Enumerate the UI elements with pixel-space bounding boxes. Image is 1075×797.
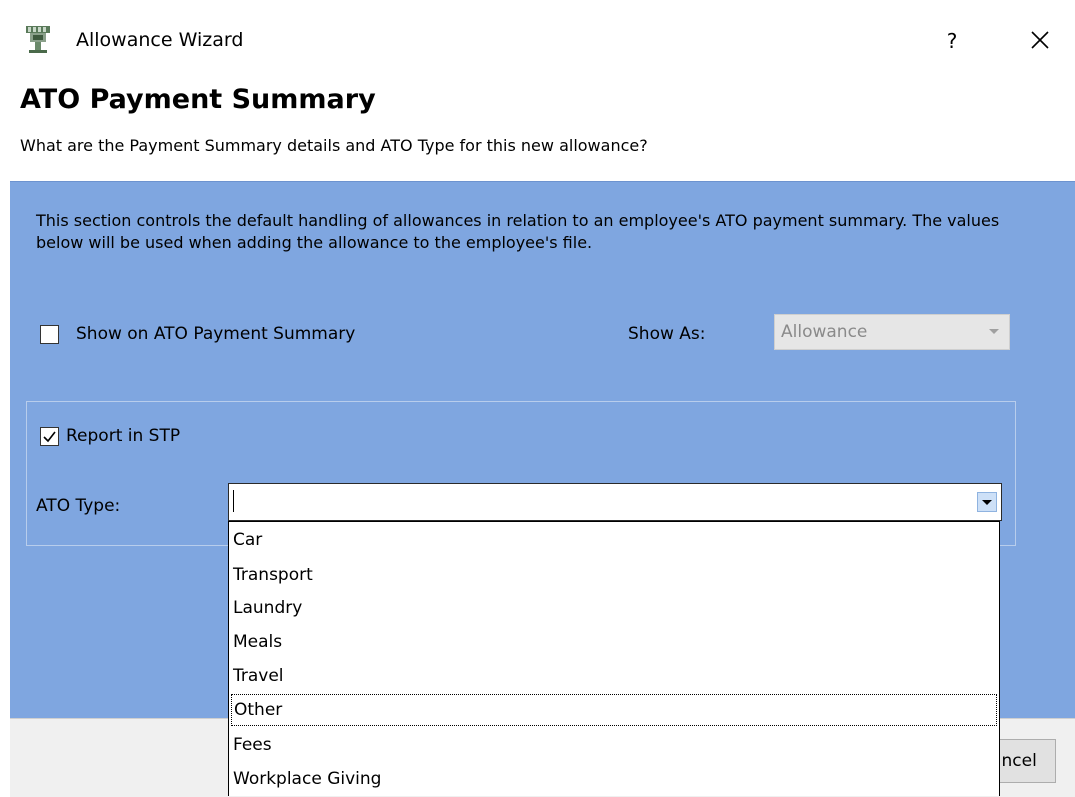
dropdown-option-workplace-giving[interactable]: Workplace Giving bbox=[231, 763, 997, 795]
report-in-stp-label[interactable]: Report in STP bbox=[66, 426, 180, 446]
dropdown-option-meals[interactable]: Meals bbox=[231, 626, 997, 658]
report-in-stp-checkbox[interactable] bbox=[40, 427, 59, 446]
close-button[interactable] bbox=[1022, 22, 1058, 58]
dropdown-option-other[interactable]: Other bbox=[231, 694, 997, 726]
checkmark-icon bbox=[43, 431, 56, 443]
dropdown-option-transport[interactable]: Transport bbox=[231, 559, 997, 591]
dropdown-option-fees[interactable]: Fees bbox=[231, 729, 997, 761]
allowance-wizard-icon bbox=[24, 24, 52, 54]
window-title: Allowance Wizard bbox=[76, 29, 244, 51]
allowance-wizard-window: Allowance Wizard ? ATO Payment Summary W… bbox=[0, 0, 1075, 797]
help-button[interactable]: ? bbox=[935, 24, 969, 58]
show-as-value: Allowance bbox=[781, 322, 868, 342]
close-icon bbox=[1031, 31, 1049, 49]
section-description: This section controls the default handli… bbox=[36, 211, 1000, 252]
dropdown-option-travel[interactable]: Travel bbox=[231, 660, 997, 692]
show-as-select[interactable]: Allowance bbox=[774, 314, 1010, 350]
dropdown-option-car[interactable]: Car bbox=[231, 524, 997, 556]
show-as-label: Show As: bbox=[628, 324, 706, 344]
chevron-down-icon bbox=[989, 329, 999, 334]
show-on-summary-label[interactable]: Show on ATO Payment Summary bbox=[76, 324, 355, 344]
dropdown-option-laundry[interactable]: Laundry bbox=[231, 592, 997, 624]
page-title: ATO Payment Summary bbox=[20, 84, 376, 115]
chevron-down-icon[interactable] bbox=[977, 492, 997, 512]
text-caret bbox=[233, 490, 234, 512]
title-bar: Allowance Wizard ? bbox=[0, 0, 1075, 82]
ato-type-combobox[interactable] bbox=[228, 483, 1002, 521]
ato-type-label: ATO Type: bbox=[36, 496, 121, 516]
ato-type-dropdown-list: Car Transport Laundry Meals Travel Other… bbox=[228, 521, 1000, 796]
page-subtitle: What are the Payment Summary details and… bbox=[20, 136, 648, 155]
show-on-summary-checkbox[interactable] bbox=[40, 325, 59, 344]
